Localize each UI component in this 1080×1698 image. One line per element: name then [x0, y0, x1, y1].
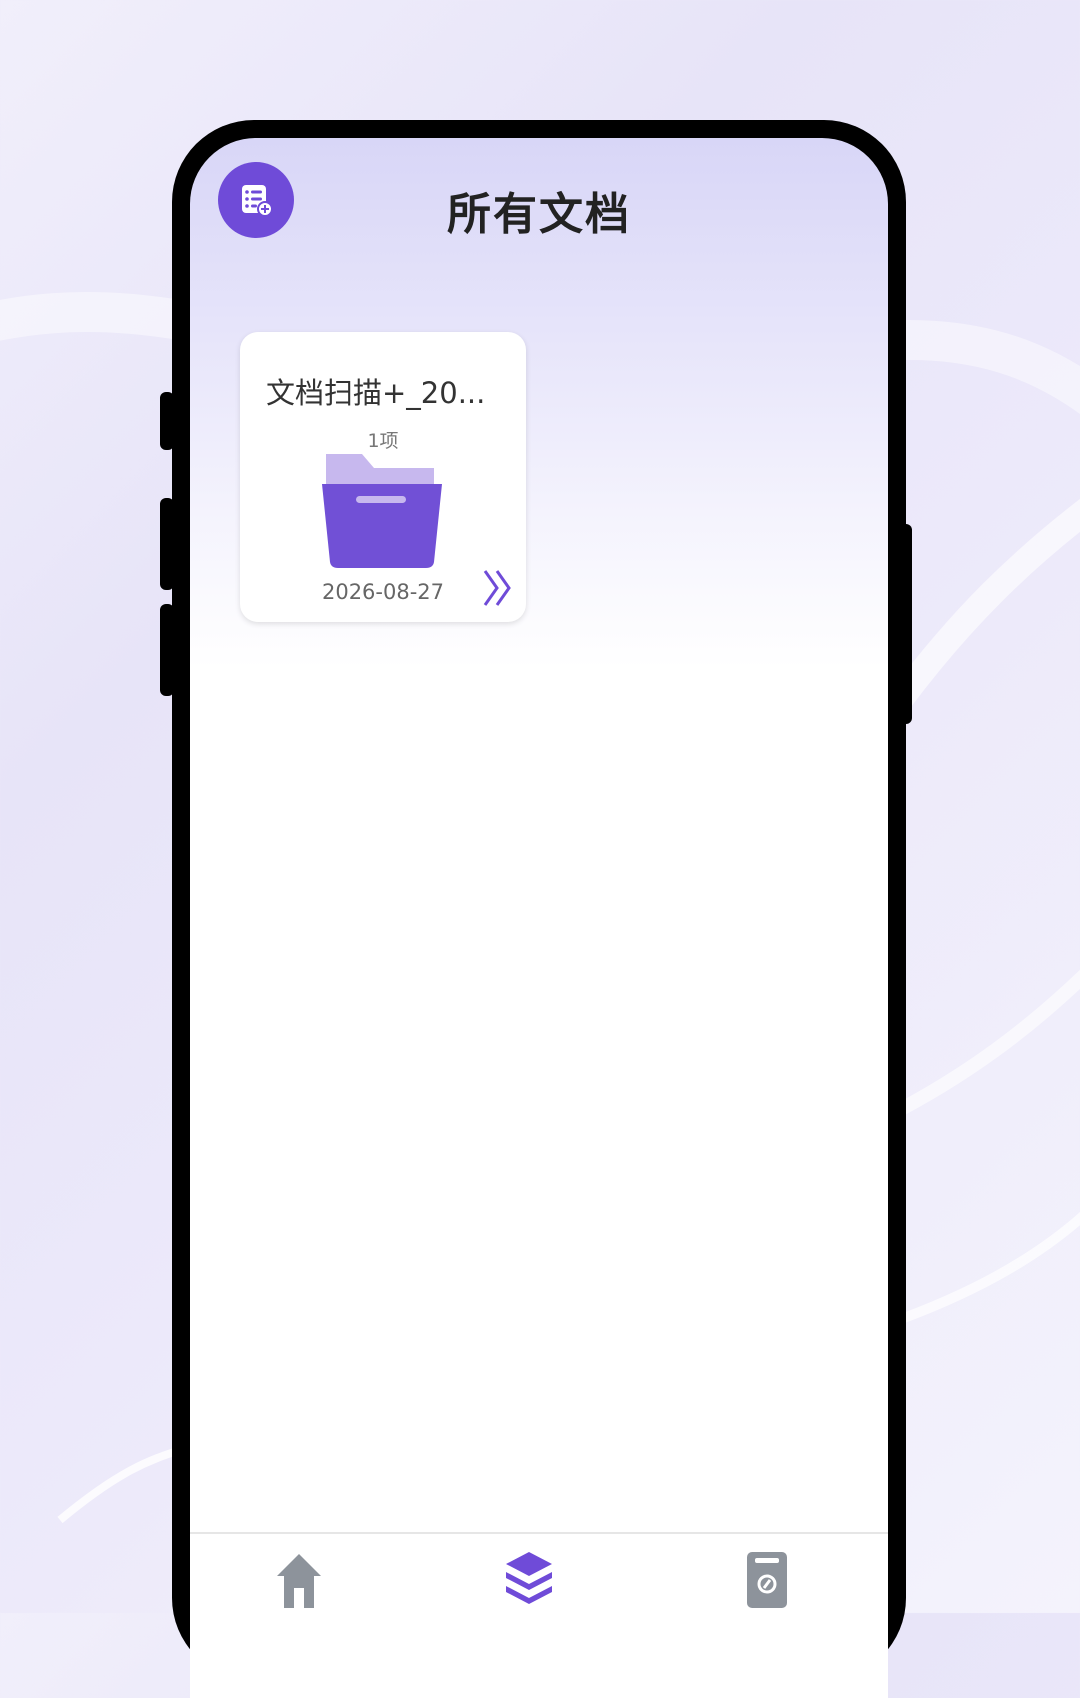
app-screen: 所有文档 文档扫描+_20... 1项 2026-08-27 — [190, 138, 888, 1698]
folder-card[interactable]: 文档扫描+_20... 1项 2026-08-27 — [240, 332, 526, 622]
file-settings-icon — [747, 1552, 787, 1608]
folder-item-count: 1项 — [367, 430, 399, 452]
phone-side-button — [160, 392, 174, 450]
page-title: 所有文档 — [447, 189, 631, 240]
double-chevron-right-icon[interactable] — [482, 568, 516, 608]
nav-item-documents[interactable] — [504, 1550, 554, 1610]
folder-name: 文档扫描+_20... — [266, 376, 486, 410]
phone-frame: 所有文档 文档扫描+_20... 1项 2026-08-27 — [160, 120, 912, 1698]
phone-volume-up-button — [160, 498, 174, 590]
layers-icon — [506, 1552, 552, 1604]
nav-item-file-tools[interactable] — [742, 1550, 792, 1610]
folder-icon — [322, 454, 442, 568]
phone-volume-down-button — [160, 604, 174, 696]
phone-power-button — [898, 524, 912, 724]
nav-item-home[interactable] — [274, 1550, 324, 1610]
home-icon — [277, 1554, 321, 1608]
bottom-navigation-bar — [190, 1532, 888, 1654]
